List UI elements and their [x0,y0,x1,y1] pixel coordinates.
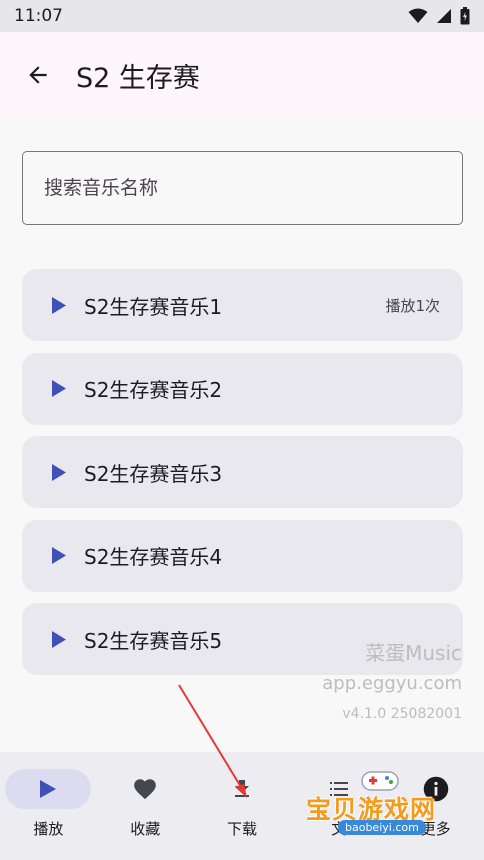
nav-item-list[interactable]: 文 [290,752,387,860]
wifi-icon [408,8,428,23]
list-item[interactable]: S2生存赛音乐4 [22,519,463,592]
track-name: S2生存赛音乐5 [84,628,223,653]
play-count: 播放1次 [385,296,440,315]
app-bar: S2 生存赛 [0,32,484,118]
play-icon [40,780,57,798]
nav-item-play[interactable]: 播放 [0,752,97,860]
nav-label: 收藏 [130,820,161,838]
play-icon[interactable] [52,296,68,314]
arrow-left-icon [29,66,47,84]
play-icon[interactable] [52,547,68,565]
watermark-url: app.eggyu.com [322,673,462,694]
info-icon [423,776,448,802]
list-item[interactable]: S2生存赛音乐1 播放1次 [22,269,463,341]
list-item[interactable]: S2生存赛音乐3 [22,436,463,508]
status-bar: 11:07 [0,0,484,32]
nav-item-more[interactable]: 更多 [387,752,484,860]
track-name: S2生存赛音乐4 [84,545,223,569]
page-title: S2 生存赛 [76,62,200,94]
track-name: S2生存赛音乐3 [84,461,223,486]
play-icon[interactable] [52,380,68,398]
nav-item-download[interactable]: 下载 [194,752,291,860]
search-input[interactable] [44,177,424,199]
signal-icon [437,9,451,23]
status-icons [408,7,470,25]
nav-label: 更多 [420,820,451,838]
download-icon [234,780,249,797]
watermark-app-name: 菜蛋Music [365,641,462,665]
nav-item-favorites[interactable]: 收藏 [97,752,194,860]
search-field[interactable] [22,151,463,225]
nav-label: 文 [331,820,347,838]
list-icon [329,782,348,796]
watermark-version: v4.1.0 25082001 [342,706,462,722]
list-item[interactable]: S2生存赛音乐2 [22,352,463,425]
heart-icon [134,779,157,800]
nav-active-indicator [5,769,92,809]
status-time: 11:07 [14,6,63,26]
track-list: S2生存赛音乐1 播放1次 S2生存赛音乐2 S2生存赛音乐3 S2生存赛音乐4… [22,269,463,687]
bottom-nav: 播放 收藏 下载 文 更多 [0,752,484,860]
play-icon[interactable] [52,463,68,481]
track-name: S2生存赛音乐1 [84,294,223,319]
play-icon[interactable] [52,630,68,648]
battery-icon [460,7,470,25]
nav-label: 播放 [33,820,64,838]
nav-label: 下载 [226,820,257,838]
back-button[interactable] [0,32,76,118]
track-name: S2生存赛音乐2 [84,378,223,402]
